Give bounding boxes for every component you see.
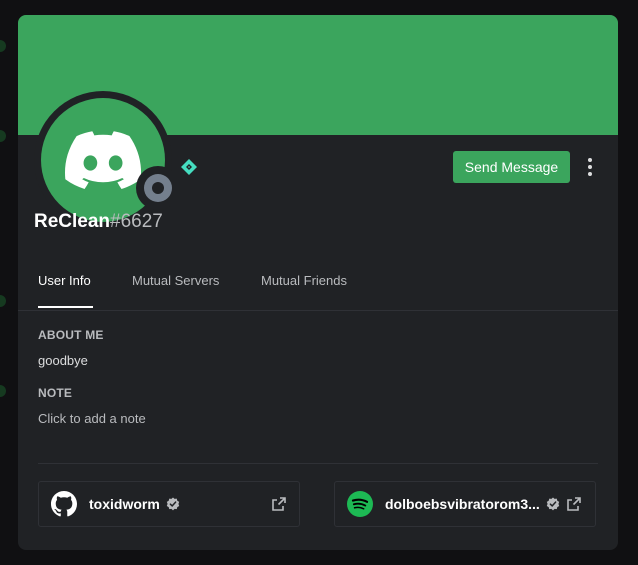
background-server-icon — [0, 130, 6, 142]
discord-logo-icon — [65, 131, 141, 189]
note-heading: NOTE — [38, 386, 73, 400]
username-display: ReClean#6627 — [34, 211, 163, 233]
discriminator: #6627 — [110, 211, 163, 232]
connections-divider — [38, 463, 598, 464]
tab-mutual-servers[interactable]: Mutual Servers — [132, 273, 219, 288]
connection-name: dolboebsvibratorom3... — [385, 496, 540, 512]
connection-github: toxidworm — [38, 481, 300, 527]
verified-check-icon — [546, 497, 560, 511]
username: ReClean — [34, 211, 111, 232]
tab-mutual-friends[interactable]: Mutual Friends — [261, 273, 347, 288]
tab-user-info[interactable]: User Info — [38, 273, 91, 288]
status-indicator — [136, 166, 180, 210]
spotify-icon — [347, 491, 373, 517]
github-icon — [51, 491, 77, 517]
external-link-icon[interactable] — [271, 496, 287, 512]
send-message-button[interactable]: Send Message — [453, 151, 570, 183]
note-input[interactable]: Click to add a note — [38, 411, 146, 426]
tabs-divider — [18, 310, 618, 311]
background-server-icon — [0, 385, 6, 397]
more-vertical-icon[interactable] — [582, 156, 598, 178]
background-server-icon — [0, 40, 6, 52]
verified-check-icon — [166, 497, 179, 511]
about-me-heading: ABOUT ME — [38, 328, 104, 342]
external-link-icon[interactable] — [566, 496, 582, 512]
hypesquad-balance-icon[interactable] — [180, 158, 198, 176]
offline-status-icon — [144, 174, 172, 202]
connection-name: toxidworm — [89, 496, 160, 512]
background-server-icon — [0, 295, 6, 307]
user-profile-modal: Send Message ReClean#6627 User Info Mutu… — [18, 15, 618, 550]
avatar-ring — [34, 91, 180, 229]
about-me-text: goodbye — [38, 353, 88, 368]
active-tab-indicator — [38, 306, 93, 308]
connection-spotify: dolboebsvibratorom3... — [334, 481, 596, 527]
